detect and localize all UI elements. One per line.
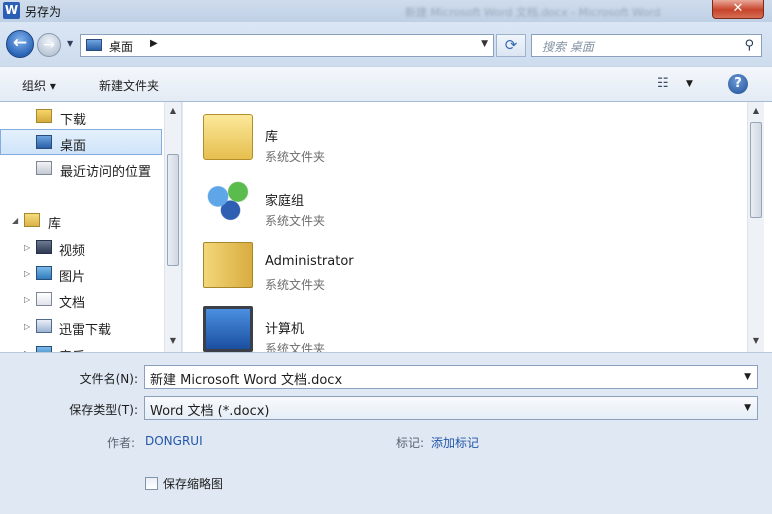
back-button[interactable]: ←: [6, 30, 34, 58]
sidebar-item-pictures[interactable]: ▷ 图片: [0, 261, 162, 287]
scrollbar-thumb[interactable]: [750, 122, 762, 218]
organize-menu-button[interactable]: 组织 ▾: [22, 77, 56, 94]
breadcrumb-chevron-icon[interactable]: ▶: [150, 38, 158, 49]
sidebar-item-label: 桌面: [60, 139, 87, 154]
pictures-library-icon: [36, 266, 52, 280]
scroll-up-icon[interactable]: ▲: [748, 106, 764, 115]
thunder-download-icon: [36, 319, 52, 333]
expand-arrow-icon[interactable]: ▷: [24, 322, 30, 331]
sidebar-item-label: 最近访问的位置: [60, 165, 152, 180]
list-item[interactable]: Administrator 系统文件夹: [203, 238, 743, 298]
save-thumbnail-checkbox[interactable]: [145, 477, 158, 490]
list-item[interactable]: 家庭组 系统文件夹: [203, 174, 743, 234]
user-folder-icon: [203, 242, 253, 288]
navigation-pane: 下载 桌面 最近访问的位置 ◢ 库 ▷ 视频 ▷ 图片 ▷ 文档 ▷ 迅雷下载 …: [0, 102, 182, 352]
desktop-icon: [86, 39, 102, 51]
scrollbar-thumb[interactable]: [167, 154, 179, 266]
sidebar-item-thunder[interactable]: ▷ 迅雷下载: [0, 314, 162, 340]
search-placeholder: 搜索 桌面: [542, 40, 594, 54]
item-type: 系统文件夹: [265, 214, 326, 228]
list-item[interactable]: 库 系统文件夹: [203, 110, 743, 170]
view-options-icon[interactable]: ☷: [657, 76, 669, 91]
file-list-scrollbar[interactable]: ▲ ▼: [747, 102, 764, 352]
filetype-label: 保存类型(T):: [69, 403, 138, 417]
navigation-bar: ← → ▼ 桌面 ▶ ▼ ⟳ 搜索 桌面 ⚲: [0, 22, 772, 66]
item-name: 库: [265, 130, 279, 145]
sidebar-item-documents[interactable]: ▷ 文档: [0, 287, 162, 313]
sidebar-item-label: 文档: [59, 296, 86, 311]
scroll-down-icon[interactable]: ▼: [748, 336, 764, 345]
forward-button[interactable]: →: [37, 33, 61, 57]
sidebar-item-label: 库: [48, 217, 62, 232]
arrow-left-icon: ←: [12, 33, 28, 53]
scroll-down-icon[interactable]: ▼: [165, 336, 181, 345]
search-input[interactable]: 搜索 桌面 ⚲: [531, 34, 762, 57]
tags-label: 标记:: [396, 436, 425, 450]
search-icon[interactable]: ⚲: [744, 38, 754, 53]
recent-pages-dropdown[interactable]: ▼: [67, 39, 73, 48]
sidebar-item-downloads[interactable]: 下载: [0, 104, 162, 130]
save-options-panel: 文件名(N): 新建 Microsoft Word 文档.docx ▼ 保存类型…: [0, 352, 772, 514]
desktop-icon: [36, 135, 52, 149]
close-button[interactable]: ✕: [712, 0, 764, 19]
command-toolbar: 组织 ▾ 新建文件夹 ☷ ▼ ?: [0, 66, 772, 102]
arrow-right-icon: →: [43, 37, 55, 53]
item-type: 系统文件夹: [265, 150, 326, 164]
breadcrumb-desktop[interactable]: 桌面: [109, 38, 133, 55]
save-thumbnail-label[interactable]: 保存缩略图: [163, 475, 223, 492]
add-tags-link[interactable]: 添加标记: [431, 434, 479, 451]
filename-dropdown-icon[interactable]: ▼: [744, 372, 751, 382]
expand-arrow-icon[interactable]: ▷: [24, 269, 30, 278]
recent-places-icon: [36, 161, 52, 175]
background-window-title: 新建 Microsoft Word 文档.docx - Microsoft Wo…: [405, 6, 661, 19]
refresh-button[interactable]: ⟳: [496, 34, 526, 57]
new-folder-button[interactable]: 新建文件夹: [99, 77, 159, 94]
address-bar[interactable]: 桌面 ▶ ▼: [80, 34, 494, 57]
sidebar-item-music[interactable]: ▷ 音乐: [0, 341, 162, 352]
scroll-up-icon[interactable]: ▲: [165, 106, 181, 115]
sidebar-item-recent[interactable]: 最近访问的位置: [0, 156, 162, 182]
file-list: 库 系统文件夹 家庭组 系统文件夹 Administrator 系统文件夹 计算…: [183, 102, 772, 356]
filename-value: 新建 Microsoft Word 文档.docx: [150, 373, 343, 388]
title-bar: W 另存为 新建 Microsoft Word 文档.docx - Micros…: [0, 0, 772, 22]
computer-icon: [203, 306, 253, 352]
sidebar-item-label: 迅雷下载: [59, 323, 112, 338]
item-type: 系统文件夹: [265, 278, 326, 292]
sidebar-item-videos[interactable]: ▷ 视频: [0, 235, 162, 261]
filetype-select[interactable]: Word 文档 (*.docx) ▼: [144, 396, 758, 420]
library-icon: [24, 213, 40, 227]
item-name: Administrator: [265, 254, 354, 269]
view-dropdown-icon[interactable]: ▼: [686, 79, 693, 89]
item-name: 计算机: [265, 322, 305, 337]
sidebar-item-label: 视频: [59, 244, 86, 259]
filename-label: 文件名(N):: [79, 372, 138, 386]
homegroup-icon: [203, 178, 253, 224]
item-name: 家庭组: [265, 194, 305, 209]
filetype-value: Word 文档 (*.docx): [150, 404, 270, 419]
video-library-icon: [36, 240, 52, 254]
dialog-title: 另存为: [25, 5, 62, 19]
navigation-scrollbar[interactable]: ▲ ▼: [164, 102, 181, 352]
filetype-dropdown-icon[interactable]: ▼: [744, 403, 751, 413]
sidebar-item-label: 下载: [60, 113, 87, 128]
sidebar-item-desktop[interactable]: 桌面: [0, 129, 162, 155]
sidebar-item-label: 图片: [59, 270, 86, 285]
help-button[interactable]: ?: [728, 74, 748, 94]
address-dropdown-icon[interactable]: ▼: [481, 39, 488, 49]
author-value[interactable]: DONGRUI: [145, 434, 203, 448]
sidebar-item-library[interactable]: ◢ 库: [0, 208, 162, 234]
filename-input[interactable]: 新建 Microsoft Word 文档.docx ▼: [144, 365, 758, 389]
word-app-icon: W: [3, 2, 20, 19]
author-label: 作者:: [107, 436, 136, 450]
collapse-arrow-icon[interactable]: ◢: [12, 216, 18, 225]
expand-arrow-icon[interactable]: ▷: [24, 295, 30, 304]
download-folder-icon: [36, 109, 52, 123]
close-icon: ✕: [732, 1, 744, 16]
expand-arrow-icon[interactable]: ▷: [24, 243, 30, 252]
documents-library-icon: [36, 292, 52, 306]
refresh-icon: ⟳: [504, 36, 518, 54]
library-icon: [203, 114, 253, 160]
